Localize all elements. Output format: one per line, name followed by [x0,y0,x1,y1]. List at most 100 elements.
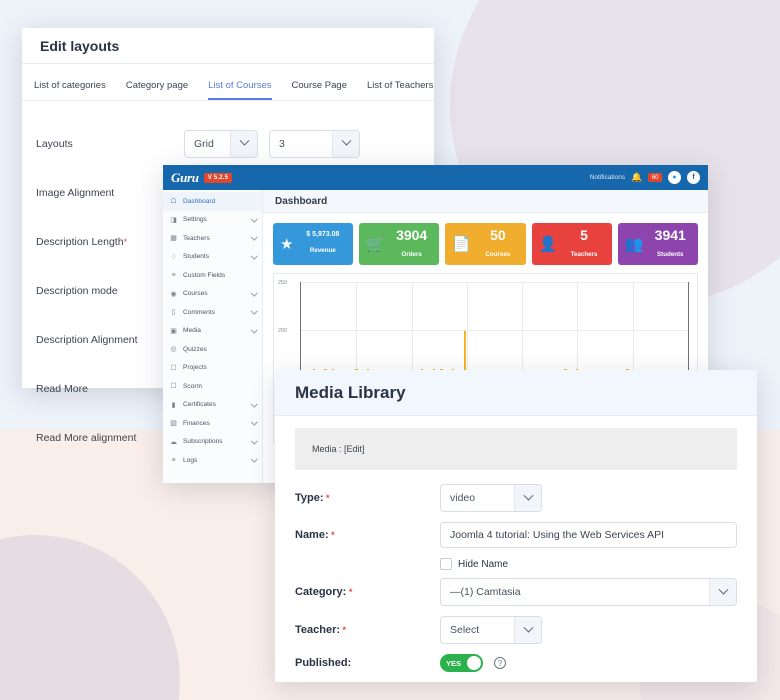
category-select[interactable]: —(1) Camtasia [440,578,737,606]
sidebar-item-label: Dashboard [183,197,216,205]
field-row-published: Published: YES ? [295,654,737,672]
chart-gridline [301,329,688,331]
wrench-icon: ◨ [170,216,177,224]
tab-list-of-teachers[interactable]: List of Teachers [367,80,433,100]
required-asterisk: * [323,493,330,503]
stat-label: Students [657,250,684,258]
chevron-down-icon [250,233,257,241]
stat-card-courses[interactable]: 📄 50 Courses [445,223,526,265]
sidebar-item-label: Settings [183,216,207,224]
list-icon: ≡ [171,456,176,464]
image-icon: ▣ [170,327,177,335]
name-input[interactable] [440,522,737,548]
sidebar-item-students[interactable]: ♢ Students [163,248,262,267]
label-image-alignment: Image Alignment [36,186,115,199]
category-value: —(1) Camtasia [450,586,521,598]
version-badge: V 5.2.5 [203,172,233,183]
media-library-modal: Media Library Media : [Edit] Type: * vid… [275,370,757,682]
notifications-label[interactable]: Notifications [590,174,625,181]
stat-card-orders[interactable]: 🛒 3904 Orders [359,223,440,265]
media-library-body: Media : [Edit] Type: * video Name: * Hid… [275,416,757,672]
tab-course-page[interactable]: Course Page [292,80,347,100]
guru-logo: Guru [171,169,199,185]
chevron-down-icon [332,130,359,157]
required-asterisk: * [123,236,128,247]
sidebar-item-label: Projects [183,364,207,372]
teacher-value: Select [450,624,480,636]
label-read-more-alignment: Read More alignment [36,431,137,444]
chevron-down-icon [250,455,257,463]
stat-card-revenue[interactable]: ★ $ 5,973.08 Revenue [273,223,354,265]
guru-brand[interactable]: Guru V 5.2.5 [171,169,233,186]
stat-label: Revenue [309,246,336,254]
sidebar-item-scorm[interactable]: ☐ Scorm [163,377,262,396]
dashboard-title: Dashboard [263,190,708,213]
sidebar-item-label: Custom Fields [183,271,226,279]
field-row-type: Type: * video [295,484,737,512]
cart-icon: ▧ [170,420,177,428]
stat-value: 50 [490,226,506,243]
stat-card-teachers[interactable]: 👤 5 Teachers [531,223,612,265]
sidebar-item-label: Media [183,327,201,335]
sidebar-item-label: Finances [183,419,210,427]
sidebar-item-courses[interactable]: ◉ Courses [163,285,262,304]
chevron-down-icon [250,215,257,222]
sidebar-item-dashboard[interactable]: ☖ Dashboard [163,192,262,211]
chevron-down-icon [250,437,257,444]
published-toggle-label: YES [446,658,462,668]
tab-category-page[interactable]: Category page [126,80,188,100]
chevron-down-icon [250,400,257,407]
sidebar-item-label: Quizzes [183,345,207,353]
sidebar-item-teachers[interactable]: ▦ Teachers [163,229,262,248]
tab-list-of-courses[interactable]: List of Courses [208,80,272,100]
sidebar-item-comments[interactable]: ▯ Comments [163,303,262,322]
cloud-icon: ☁ [170,438,177,446]
sidebar-item-quizzes[interactable]: ◎ Quizzes [163,340,262,359]
stat-label: Orders [401,250,422,258]
edit-layouts-header: Edit layouts [22,28,434,64]
list-icon: ≡ [171,271,176,279]
required-asterisk: * [340,625,347,635]
chevron-down-icon [709,579,736,605]
twitter-icon[interactable]: ● [668,171,681,184]
label-layouts: Layouts [36,137,73,150]
sidebar-item-custom-fields[interactable]: ≡ Custom Fields [163,266,262,285]
sidebar-item-media[interactable]: ▣ Media [163,322,262,341]
published-toggle[interactable]: YES [440,654,483,672]
sidebar-item-label: Certificates [183,401,216,409]
facebook-icon[interactable]: f [687,171,700,184]
stat-card-students[interactable]: 👥 3941 Students [617,223,699,265]
help-icon[interactable]: ? [494,657,506,669]
layouts-type-select[interactable]: Grid [184,129,258,158]
layouts-columns-select[interactable]: 3 [269,129,360,158]
field-row-category: Category: * —(1) Camtasia [295,578,737,606]
stat-label: Teachers [570,250,598,258]
breadcrumb: Media : [Edit] [295,428,737,470]
sidebar-item-label: Logs [183,456,198,464]
chevron-down-icon [514,485,541,511]
hide-name-row[interactable]: Hide Name [440,558,737,570]
edit-layouts-tabs: List of categories Category page List of… [22,64,434,101]
field-row-name: Name: * [295,522,737,548]
sidebar-item-logs[interactable]: ≡ Logs [163,451,262,470]
type-value: video [450,492,476,504]
sidebar-item-certificates[interactable]: ▮ Certificates [163,396,262,415]
label-category-text: Category: [295,586,347,598]
sidebar-item-settings[interactable]: ◨ Settings [163,211,262,230]
sidebar-item-subscriptions[interactable]: ☁ Subscriptions [163,433,262,452]
sidebar-item-label: Students [183,253,210,261]
bell-icon[interactable]: 🔔 [631,172,642,183]
stat-value: 3904 [396,226,428,243]
stat-label: Courses [485,250,511,258]
form-row-layouts: Layouts Grid 3 [22,119,434,168]
sidebar-item-finances[interactable]: ▧ Finances [163,414,262,433]
teacher-select[interactable]: Select [440,616,542,644]
stat-value: 5 [580,226,588,243]
book-icon: ▦ [170,235,177,243]
chevron-down-icon [230,130,257,157]
sidebar-item-projects[interactable]: ☐ Projects [163,359,262,378]
type-select[interactable]: video [440,484,542,512]
label-description-alignment: Description Alignment [36,333,138,346]
hide-name-checkbox[interactable] [440,558,452,570]
tab-list-of-categories[interactable]: List of categories [34,80,106,100]
